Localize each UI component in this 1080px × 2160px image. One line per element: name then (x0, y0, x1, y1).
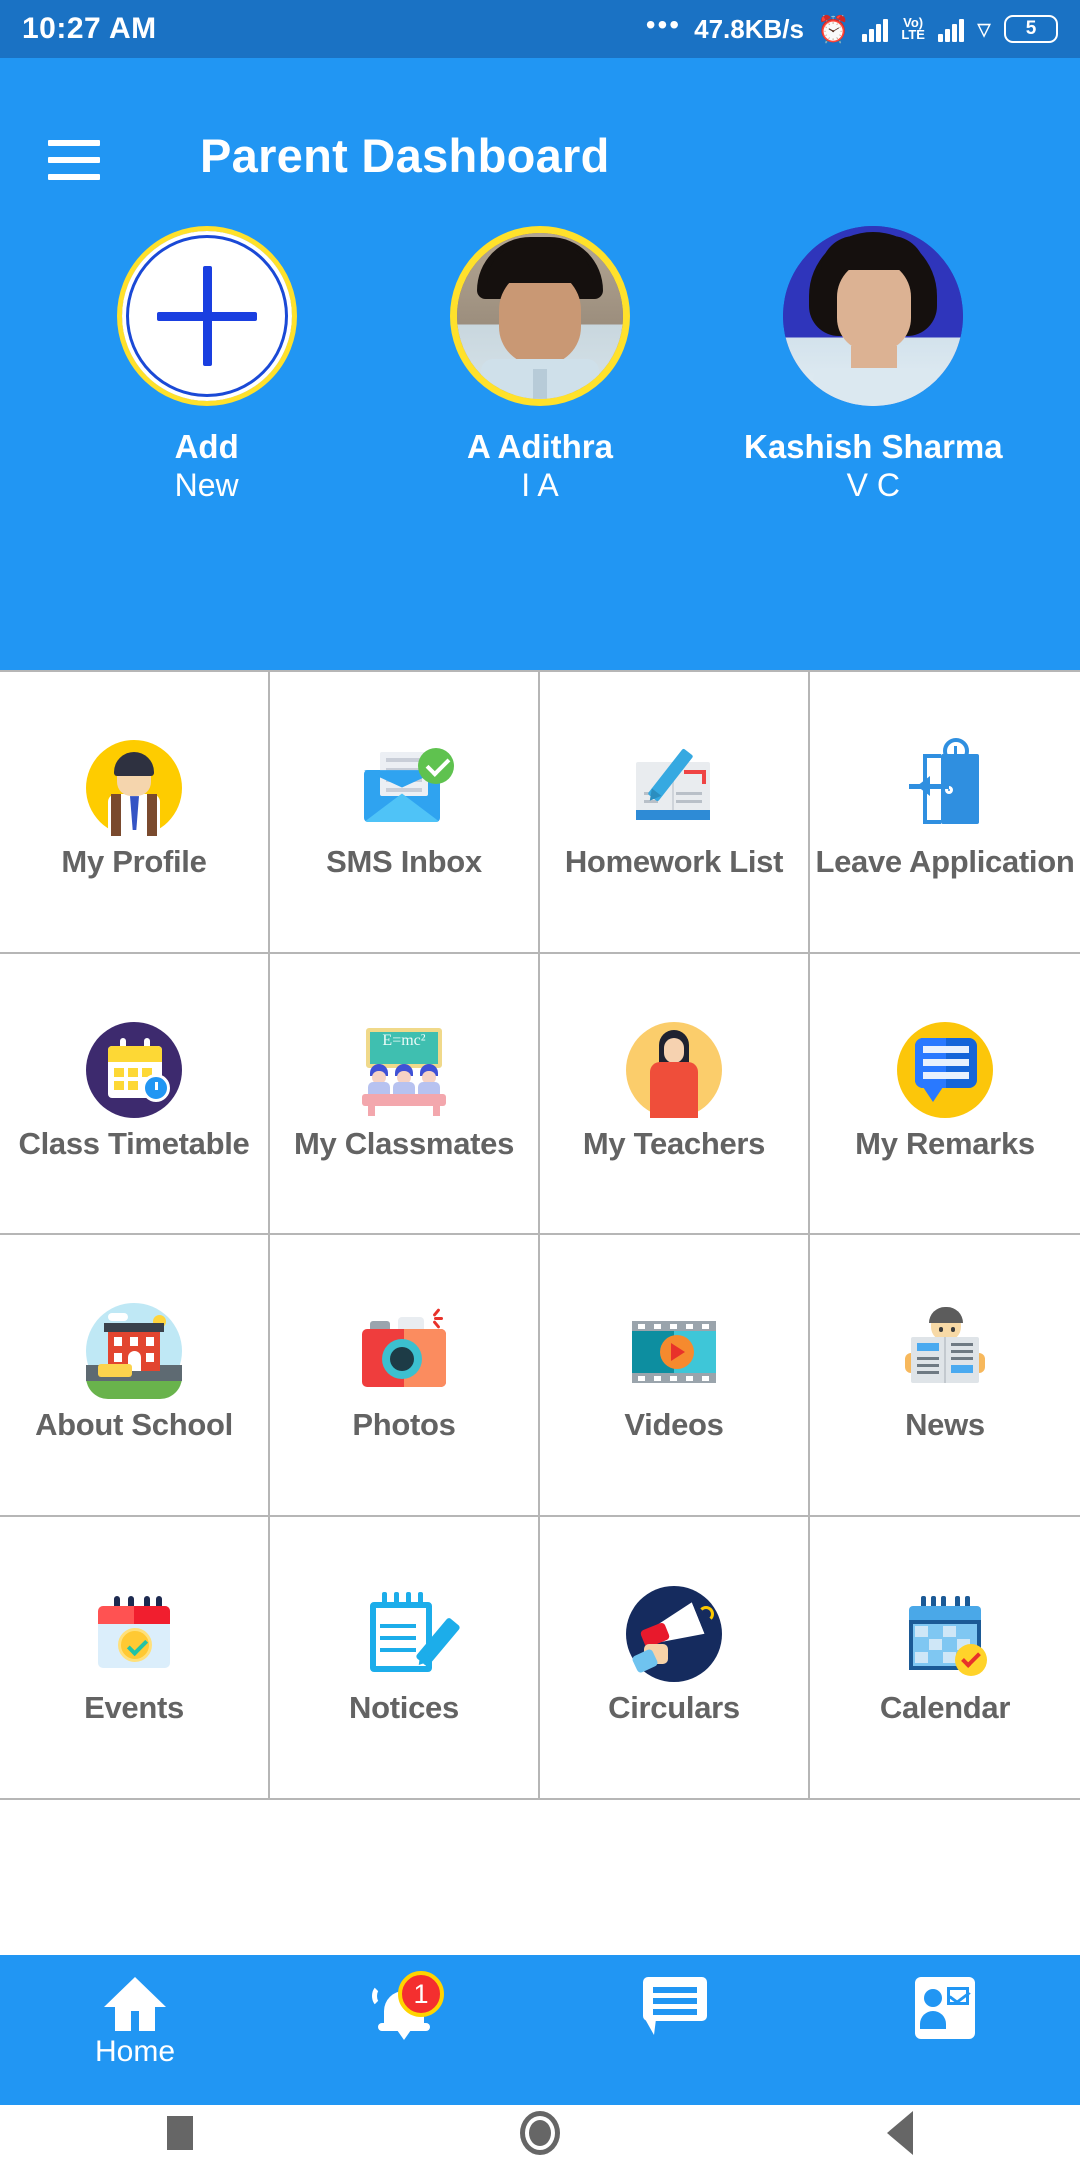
menu-item-my-remarks[interactable]: My Remarks (810, 954, 1080, 1235)
book-pencil-icon (626, 740, 722, 836)
menu-item-label: My Remarks (855, 1125, 1035, 1161)
student-switcher: Add New A Adithra I A Kashish Sharma V C (0, 226, 1080, 505)
menu-item-notices[interactable]: Notices (270, 1516, 540, 1798)
network-speed: 47.8KB/s (694, 13, 804, 44)
menu-item-my-classmates[interactable]: E=mc² My Classmates (270, 953, 540, 1235)
menu-item-class-timetable[interactable]: Class Timetable (0, 953, 270, 1235)
camera-icon (356, 1303, 452, 1399)
blackboard-text: E=mc² (382, 1031, 426, 1049)
menu-item-label: Circulars (608, 1689, 740, 1725)
dashboard-menu-grid: My Profile SMS Inbox Homework List Leave… (0, 670, 1080, 1800)
calendar-check-icon (86, 1586, 182, 1682)
avatar[interactable] (783, 226, 964, 406)
calendar-clock-icon (86, 1021, 182, 1118)
chat-bubble-icon (643, 1977, 707, 2035)
menu-item-label: Photos (352, 1407, 456, 1443)
student-class: V C (846, 467, 900, 504)
nav-item-messages[interactable] (540, 1955, 810, 2105)
menu-item-news[interactable]: News (810, 1235, 1080, 1517)
menu-item-leave-application[interactable]: Leave Application (810, 672, 1080, 954)
nav-item-notifications[interactable]: 1 (270, 1955, 540, 2105)
menu-item-label: Leave Application (815, 844, 1075, 880)
student-class: I A (521, 467, 559, 504)
menu-item-events[interactable]: Events (0, 1516, 270, 1798)
calendar-grid-icon (897, 1586, 993, 1682)
newspaper-reader-icon (897, 1303, 993, 1399)
battery-icon: 5 (1004, 15, 1058, 43)
student-item-selected[interactable]: A Adithra I A (400, 226, 680, 505)
student-photo (783, 226, 964, 406)
nav-item-home[interactable]: Home (0, 1955, 270, 2105)
triangle-back-icon (887, 2110, 913, 2155)
menu-item-label: About School (35, 1407, 233, 1443)
student-add-new[interactable]: Add New (67, 226, 347, 505)
alarm-icon: ⏰ (816, 14, 850, 44)
circle-home-icon (520, 2110, 560, 2155)
menu-item-label: SMS Inbox (326, 844, 482, 880)
signal-icon (862, 16, 889, 42)
menu-item-label: Class Timetable (18, 1125, 250, 1161)
notification-badge: 1 (398, 1971, 444, 2017)
recents-button[interactable] (0, 2105, 360, 2160)
home-button[interactable] (360, 2105, 720, 2160)
teacher-icon (626, 1021, 722, 1118)
more-dots-icon: ••• (645, 9, 682, 40)
student-name: Kashish Sharma (744, 428, 1003, 465)
menu-item-label: News (905, 1407, 985, 1443)
menu-item-label: My Classmates (293, 1125, 515, 1161)
menu-item-label: My Teachers (582, 1125, 766, 1161)
school-building-icon (86, 1303, 182, 1400)
app-screen: 10:27 AM ••• 47.8KB/s ⏰ Vo) LTE ▿ 5 Paren… (0, 0, 1080, 2160)
wifi-icon: ▿ (976, 13, 991, 44)
status-time: 10:27 AM (22, 12, 157, 45)
menu-item-label: Videos (624, 1407, 724, 1443)
menu-item-circulars[interactable]: Circulars (540, 1516, 810, 1798)
bell-icon: 1 (370, 1971, 444, 2040)
menu-item-label: Calendar (879, 1689, 1011, 1725)
menu-item-sms-inbox[interactable]: SMS Inbox (270, 672, 540, 954)
menu-item-label: Events (84, 1689, 184, 1725)
notepad-pencil-icon (356, 1586, 461, 1682)
back-button[interactable] (720, 2105, 1080, 2160)
nav-item-label: Home (94, 2035, 176, 2068)
add-new-plus-icon[interactable] (116, 226, 297, 406)
megaphone-icon (626, 1585, 722, 1682)
menu-item-my-teachers[interactable]: My Teachers (540, 953, 810, 1235)
student-photo (456, 233, 623, 399)
square-recents-icon (167, 2115, 193, 2150)
contact-card-icon (915, 1977, 975, 2039)
envelope-check-icon (356, 740, 454, 836)
android-nav-bar (0, 2105, 1080, 2160)
menu-item-about-school[interactable]: About School (0, 1235, 270, 1517)
student-name: Add (174, 428, 239, 465)
status-icons: ••• 47.8KB/s ⏰ Vo) LTE ▿ 5 (645, 9, 1058, 45)
menu-item-label: My Profile (61, 844, 207, 880)
user-avatar-icon (86, 740, 182, 837)
nav-item-contacts[interactable] (810, 1955, 1080, 2105)
app-header: Parent Dashboard Add New A Adithra I A K… (0, 58, 1080, 670)
signal-icon-2 (937, 16, 964, 42)
student-name: A Adithra (466, 428, 614, 465)
volte-icon: Vo) LTE (901, 15, 925, 42)
menu-item-label: Homework List (564, 844, 784, 880)
students-blackboard-icon: E=mc² (356, 1022, 452, 1118)
film-play-icon (626, 1303, 722, 1399)
status-bar: 10:27 AM ••• 47.8KB/s ⏰ Vo) LTE ▿ 5 (0, 0, 1080, 58)
door-exit-icon (897, 738, 993, 836)
menu-item-homework-list[interactable]: Homework List (540, 672, 810, 954)
menu-item-photos[interactable]: Photos (270, 1235, 540, 1517)
menu-item-my-profile[interactable]: My Profile (0, 672, 270, 954)
home-icon (104, 1977, 166, 2031)
student-item[interactable]: Kashish Sharma V C (733, 226, 1013, 505)
student-class: New (174, 467, 239, 504)
avatar[interactable] (449, 226, 630, 406)
bottom-navigation: Home 1 (0, 1955, 1080, 2105)
speech-bubble-icon (897, 1021, 993, 1118)
menu-item-calendar[interactable]: Calendar (810, 1517, 1080, 1799)
menu-item-label: Notices (349, 1689, 459, 1725)
page-title: Parent Dashboard (200, 129, 610, 182)
menu-item-videos[interactable]: Videos (540, 1235, 810, 1517)
hamburger-menu-icon[interactable] (48, 140, 100, 180)
